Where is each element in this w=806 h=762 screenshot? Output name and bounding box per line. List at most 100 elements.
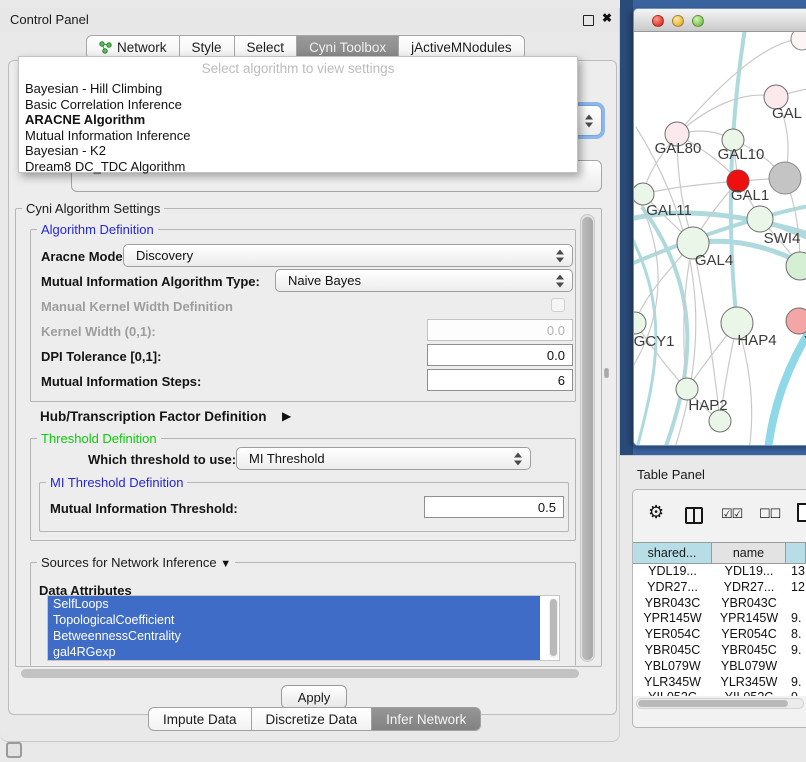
data-attribute-item[interactable]: BetweennessCentrality [48,628,540,644]
scrollbar-thumb[interactable] [638,700,788,707]
column-header[interactable]: name [712,543,786,563]
algorithm-dropdown-prompt: Select algorithm to view settings [19,61,577,76]
minimize-window-icon[interactable] [672,15,684,27]
gear-icon[interactable]: ⚙ [648,502,664,523]
kernel-width-field[interactable]: 0.0 [427,319,573,341]
algorithm-dropdown-popup: Select algorithm to view settings Bayesi… [18,56,578,173]
algorithm-option[interactable]: Mutual Information Inference [23,128,573,144]
table-cell: YER054C [633,627,712,643]
network-edge[interactable] [643,181,738,194]
mi-algorithm-type-combobox[interactable]: Naive Bayes [275,269,573,292]
mi-threshold-field[interactable]: 0.5 [424,496,564,518]
network-node-gcy1[interactable] [634,312,646,334]
node-label: SWI4 [764,230,801,247]
table-row[interactable]: YBR045CYBR045C9. [633,643,806,659]
manual-kernel-width-label: Manual Kernel Width Definition [41,299,233,314]
node-label: GAL80 [655,140,702,157]
table-row[interactable]: YBL079WYBL079W [633,659,806,675]
network-window-titlebar[interactable] [634,9,806,32]
table-cell: YDL19... [712,564,786,580]
network-node[interactable] [769,162,801,194]
algorithm-dropdown-items: Bayesian - Hill ClimbingBasic Correlatio… [23,81,573,175]
column-header[interactable] [786,543,806,563]
network-canvas[interactable]: GALGAL80GAL10GAL1GAL11SWI4GAL4GCY1HAP4YH… [634,32,806,446]
data-attribute-item[interactable]: TopologicalCoefficient [48,612,540,628]
attributes-list-scrollbar[interactable] [549,598,558,658]
network-node[interactable] [709,410,731,432]
apply-button[interactable]: Apply [281,685,347,709]
table-row[interactable]: YPR145WYPR145W9. [633,611,806,627]
scrollbar-thumb[interactable] [582,217,593,660]
dpi-tolerance-field[interactable]: 0.0 [427,344,573,366]
aracne-mode-combobox[interactable]: Discovery [123,244,573,267]
network-edge[interactable] [677,95,776,134]
network-node-y[interactable] [786,308,806,334]
algorithm-option[interactable]: Dream8 DC_TDC Algorithm [23,159,573,175]
settings-horizontal-scrollbar[interactable] [21,669,579,678]
close-panel-icon[interactable]: ✖ [602,11,612,25]
table-header-row: shared...name [633,542,806,564]
data-attributes-list: SelfLoopsTopologicalCoefficientBetweenne… [47,595,560,661]
mi-steps-field[interactable]: 6 [427,369,573,391]
scrollbar-thumb[interactable] [550,599,557,656]
table-cell: YPR145W [633,611,712,627]
table-cell: YPR145W [712,611,786,627]
tab-infer-network[interactable]: Infer Network [372,707,481,731]
table-horizontal-scrollbar[interactable] [636,698,804,709]
table-cell: 9 [786,690,806,696]
table-row[interactable]: YER054CYER054C8. [633,627,806,643]
table-cell: YER054C [712,627,786,643]
combo-stepper-icon [556,249,565,262]
mi-algorithm-type-label: Mutual Information Algorithm Type: [41,274,260,289]
hub-collapse-arrow-icon[interactable]: ▶ [282,409,291,423]
table-row[interactable]: YBR043CYBR043C [633,596,806,612]
table-row[interactable]: YDL19...YDL19...13 [633,564,806,580]
node-label: GAL10 [718,146,765,163]
cyni-algorithm-settings-title: Cyni Algorithm Settings [22,201,164,216]
node-label: HAP4 [737,332,776,349]
table-cell: YDR27... [633,580,712,596]
column-header[interactable]: shared... [633,543,712,563]
node-label: GAL [772,105,802,122]
table-cell: YDL19... [633,564,712,580]
manual-kernel-width-checkbox[interactable] [551,298,565,312]
columns-icon[interactable] [685,507,703,524]
table-cell: YBR043C [712,596,786,612]
algorithm-option[interactable]: Bayesian - K2 [23,143,573,159]
algorithm-option[interactable]: Basic Correlation Inference [23,97,573,113]
data-attribute-item[interactable]: gal4RGexp [48,644,540,660]
table-cell: YLR345W [633,675,712,691]
table-row[interactable]: YLR345WYLR345W9. [633,675,806,691]
splitter-handle[interactable] [604,368,609,378]
control-panel-titlebar: Control Panel ✖ [0,8,619,32]
table-cell: 9. [786,675,806,691]
select-all-columns-icon[interactable]: ☑☑ [721,506,742,522]
dock-mini-button[interactable] [6,742,22,758]
sources-expand-arrow-icon[interactable]: ▼ [220,558,231,570]
deselect-all-columns-icon[interactable]: ☐☐ [759,506,780,522]
table-panel-title: Table Panel [637,467,705,482]
data-attribute-item[interactable]: SelfLoops [48,596,540,612]
network-node-swi4[interactable] [747,206,773,232]
algorithm-option[interactable]: ARACNE Algorithm [23,112,573,128]
table-cell: 12 [786,580,806,596]
table-cell: YDR27... [712,580,786,596]
close-window-icon[interactable] [652,15,664,27]
window-shadow [620,0,633,455]
sources-title: Sources for Network Inference ▼ [37,555,235,570]
algorithm-option[interactable]: Bayesian - Hill Climbing [23,81,573,97]
export-table-icon[interactable] [797,503,806,522]
table-row[interactable]: YDR27...YDR27...12 [633,580,806,596]
network-view-window: GALGAL80GAL10GAL1GAL11SWI4GAL4GCY1HAP4YH… [633,8,806,446]
table-row[interactable]: YIL052CYIL052C9 [633,690,806,696]
which-threshold-combobox[interactable]: MI Threshold [236,447,531,470]
maximize-window-icon[interactable] [692,15,704,27]
tab-impute-data[interactable]: Impute Data [148,707,252,731]
tab-discretize-data[interactable]: Discretize Data [252,707,373,731]
mi-threshold-definition-title: MI Threshold Definition [46,475,187,490]
table-toolbar: ⚙ ☑☑ ☐☐ [633,496,806,536]
table-cell: 9. [786,643,806,659]
float-panel-icon[interactable] [583,15,594,26]
settings-vertical-scrollbar[interactable] [580,214,595,662]
network-node[interactable] [791,32,806,50]
